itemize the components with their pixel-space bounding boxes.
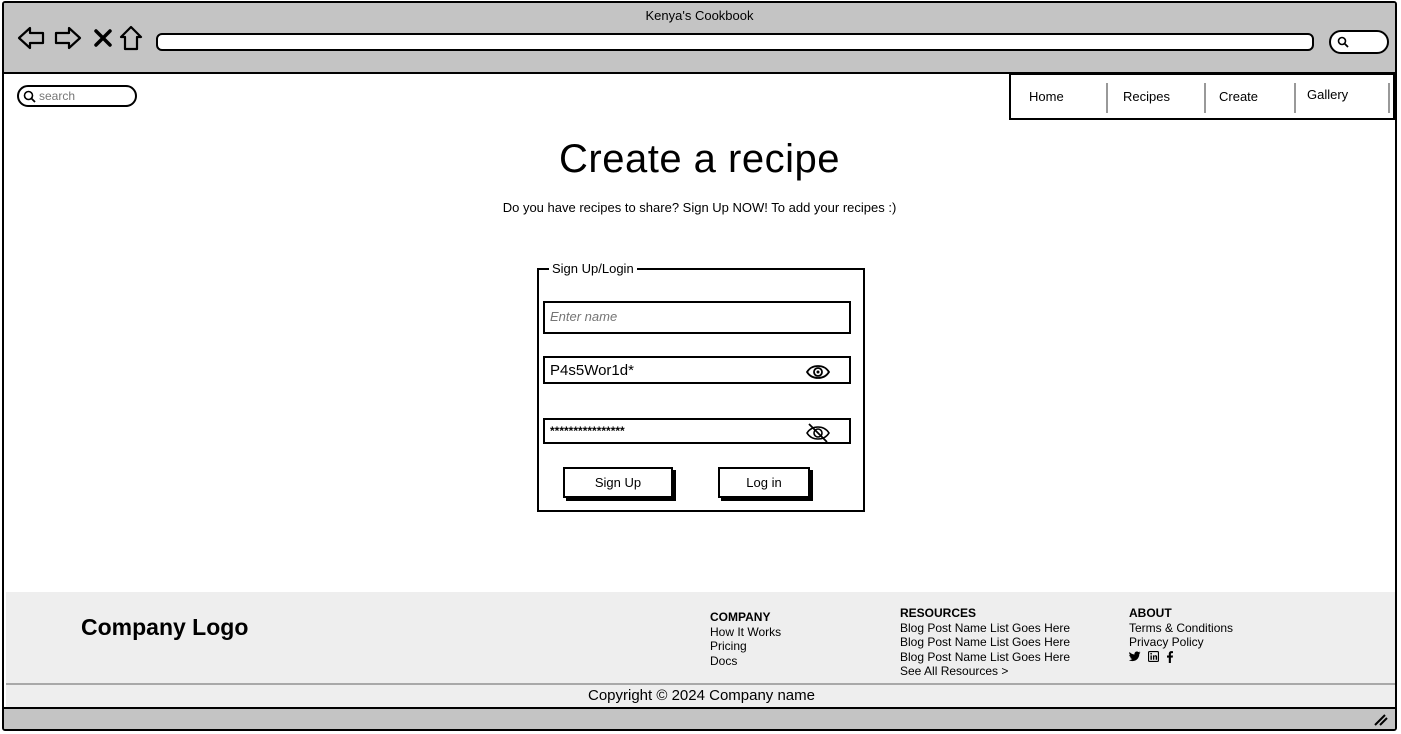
address-bar[interactable] xyxy=(156,33,1314,51)
footer-resources-column: RESOURCES Blog Post Name List Goes Here … xyxy=(900,606,1070,679)
nav-item-label: Home xyxy=(1029,89,1064,104)
browser-window: Kenya's Cookbook Home Recipes xyxy=(2,1,1397,731)
page-subtitle: Do you have recipes to share? Sign Up NO… xyxy=(502,200,897,215)
nav-item-home[interactable]: Home xyxy=(1011,75,1111,118)
password-hidden-field[interactable] xyxy=(543,418,851,444)
browser-toolbar: Kenya's Cookbook xyxy=(4,3,1395,74)
password-hidden-input[interactable] xyxy=(550,424,790,438)
footer-link[interactable]: Blog Post Name List Goes Here xyxy=(900,650,1070,665)
footer-link[interactable]: Terms & Conditions xyxy=(1129,621,1233,636)
linkedin-icon[interactable] xyxy=(1148,650,1159,662)
company-logo[interactable]: Company Logo xyxy=(81,614,248,641)
close-icon[interactable] xyxy=(88,23,118,53)
footer-link[interactable]: How It Works xyxy=(710,625,781,640)
login-button[interactable]: Log in xyxy=(718,467,810,498)
fieldset-legend: Sign Up/Login xyxy=(549,261,637,276)
footer-heading: COMPANY xyxy=(710,610,771,624)
window-title: Kenya's Cookbook xyxy=(645,8,754,23)
signup-button[interactable]: Sign Up xyxy=(563,467,673,498)
back-arrow-icon[interactable] xyxy=(16,23,46,53)
footer-link[interactable]: Privacy Policy xyxy=(1129,635,1233,650)
nav-item-create[interactable]: Create xyxy=(1209,75,1299,118)
footer-about-column: ABOUT Terms & Conditions Privacy Policy xyxy=(1129,606,1233,663)
footer-link[interactable]: Blog Post Name List Goes Here xyxy=(900,621,1070,636)
browser-search-field[interactable] xyxy=(1329,30,1389,54)
forward-arrow-icon[interactable] xyxy=(53,23,83,53)
name-field[interactable] xyxy=(543,301,851,334)
social-links xyxy=(1129,650,1233,663)
copyright: Copyright © 2024 Company name xyxy=(587,687,815,704)
password-visible-input[interactable] xyxy=(550,362,790,379)
footer-link[interactable]: Docs xyxy=(710,654,781,669)
footer-link[interactable]: Blog Post Name List Goes Here xyxy=(900,635,1070,650)
search-icon xyxy=(23,90,36,103)
site-search-field[interactable] xyxy=(17,85,137,107)
twitter-icon[interactable] xyxy=(1129,651,1141,662)
page-title: Create a recipe xyxy=(559,137,840,181)
resize-grip-icon[interactable] xyxy=(1373,713,1389,727)
main-nav: Home Recipes Create Gallery xyxy=(1009,73,1395,120)
footer-heading: ABOUT xyxy=(1129,606,1172,620)
nav-item-gallery[interactable]: Gallery xyxy=(1299,75,1393,118)
eye-off-icon[interactable] xyxy=(805,422,831,444)
nav-item-label: Create xyxy=(1219,89,1259,104)
name-input[interactable] xyxy=(550,309,840,324)
nav-item-recipes[interactable]: Recipes xyxy=(1111,75,1209,118)
search-icon xyxy=(1337,36,1349,48)
footer: Company Logo COMPANY How It Works Pricin… xyxy=(6,592,1395,708)
search-input[interactable] xyxy=(39,88,131,104)
home-icon[interactable] xyxy=(116,23,146,53)
facebook-icon[interactable] xyxy=(1166,650,1174,663)
status-bar xyxy=(4,707,1395,729)
footer-link[interactable]: Pricing xyxy=(710,639,781,654)
nav-item-label: Gallery xyxy=(1307,87,1349,102)
footer-divider xyxy=(6,683,1395,685)
footer-link[interactable]: See All Resources > xyxy=(900,664,1070,679)
nav-item-label: Recipes xyxy=(1123,89,1170,104)
password-visible-field[interactable] xyxy=(543,356,851,384)
eye-icon[interactable] xyxy=(805,362,831,382)
nav-divider xyxy=(1388,83,1393,113)
footer-company-column: COMPANY How It Works Pricing Docs xyxy=(710,610,781,668)
footer-heading: RESOURCES xyxy=(900,606,977,620)
